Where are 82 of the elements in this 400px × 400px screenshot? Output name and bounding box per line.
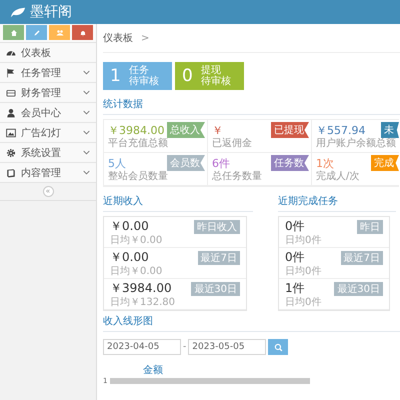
summary-value: ￥3984.00 — [110, 280, 172, 297]
period-tag: 昨日 — [357, 220, 383, 234]
stat-caption: 平台充值总额 — [108, 138, 169, 150]
date-field[interactable]: 2023-04-05 — [103, 339, 181, 355]
image-icon — [6, 128, 16, 138]
stat-caption: 用户账户余额总额 — [316, 138, 397, 150]
summary-value: ￥0.00 — [110, 249, 149, 266]
shortcut-button[interactable] — [72, 25, 93, 40]
daily-average: 日均0件 — [285, 297, 322, 308]
stat-value: ￥557.94 — [316, 122, 366, 138]
section-title: 近期完成任务 — [278, 191, 396, 212]
search-button[interactable] — [268, 339, 288, 355]
stat-value: 1次 — [316, 156, 334, 170]
user-icon — [6, 108, 16, 118]
info-count: 1 — [110, 66, 121, 86]
stat-caption: 完成人/次 — [316, 171, 360, 183]
flag-icon — [6, 68, 16, 78]
settings-icon — [6, 148, 16, 158]
users-icon — [56, 28, 64, 36]
nav-label: 系统设置 — [21, 146, 62, 160]
chart-legend[interactable]: 金额 — [143, 365, 163, 376]
daily-average: 日均￥0.00 — [110, 235, 164, 246]
stat-value: ￥ — [212, 122, 223, 138]
daily-average: 日均0件 — [285, 235, 322, 246]
info-count: 0 — [182, 66, 193, 86]
stat-value: 6件 — [212, 156, 230, 170]
sidebar-item[interactable]: 会员中心 — [0, 103, 96, 123]
summary-value: 0件 — [285, 249, 305, 266]
stat-caption: 总任务数量 — [212, 171, 263, 183]
shortcut-button[interactable] — [3, 25, 24, 40]
stat-value: ￥3984.00 — [108, 122, 164, 138]
period-tag: 最近30日 — [334, 282, 383, 296]
stat-tag: 总收入 — [167, 122, 205, 138]
search-icon — [274, 342, 283, 352]
sidebar-item[interactable]: 任务管理 — [0, 63, 96, 83]
stat-caption: 整站会员数量 — [108, 171, 169, 183]
leaf-icon — [10, 6, 26, 18]
brand-title: 墨轩阁 — [30, 3, 72, 21]
stat-tag: 完成 — [371, 155, 399, 171]
nav-label: 仪表板 — [21, 46, 52, 60]
section-title: 收入线形图 — [103, 311, 400, 332]
stat-tag: 已提现 — [271, 122, 309, 138]
stat-tag: 会员数 — [167, 155, 205, 171]
sidebar-item[interactable]: 仪表板 — [0, 43, 96, 63]
section-title: 近期收入 — [103, 191, 253, 212]
summary-value: 0件 — [285, 218, 305, 235]
nav-label: 任务管理 — [21, 66, 62, 80]
pencil-icon — [32, 28, 40, 36]
info-label: 待审核 — [200, 76, 231, 87]
nav-label: 财务管理 — [21, 86, 62, 100]
nav-label: 内容管理 — [21, 166, 62, 180]
period-tag: 昨日收入 — [194, 220, 240, 234]
shortcut-button[interactable] — [49, 25, 70, 40]
nav-label: 广告幻灯 — [21, 126, 62, 140]
breadcrumb-link[interactable]: 仪表板 — [103, 31, 133, 45]
breadcrumb-separator: > — [141, 32, 150, 44]
period-tag: 最近30日 — [191, 282, 240, 296]
summary-value: ￥0.00 — [110, 218, 149, 235]
bell-icon — [78, 28, 86, 36]
sidebar-item[interactable]: 内容管理 — [0, 163, 96, 183]
sidebar-item[interactable]: 财务管理 — [0, 83, 96, 103]
info-label: 任务 — [128, 65, 149, 76]
stat-tag: 未 — [381, 122, 399, 138]
range-separator: - — [183, 342, 186, 352]
period-tag: 最近7日 — [198, 250, 240, 264]
wallet-icon — [6, 88, 16, 98]
section-title: 统计数据 — [103, 94, 400, 115]
home-icon — [10, 28, 18, 36]
info-label: 待审核 — [128, 76, 159, 87]
sidebar-item[interactable]: 系统设置 — [0, 143, 96, 163]
stat-tag: 任务数 — [271, 155, 309, 171]
daily-average: 日均￥0.00 — [110, 266, 164, 277]
daily-average: 日均0件 — [285, 266, 322, 277]
nav-label: 会员中心 — [21, 106, 62, 120]
info-label: 提现 — [200, 65, 221, 76]
stat-caption: 已返佣金 — [212, 138, 253, 150]
daily-average: 日均￥132.80 — [110, 297, 176, 308]
stat-value: 5人 — [108, 156, 126, 170]
summary-value: 1件 — [285, 280, 305, 297]
period-tag: 最近7日 — [340, 250, 383, 264]
sidebar-item[interactable]: 广告幻灯 — [0, 123, 96, 143]
date-field[interactable]: 2023-05-05 — [188, 339, 266, 355]
